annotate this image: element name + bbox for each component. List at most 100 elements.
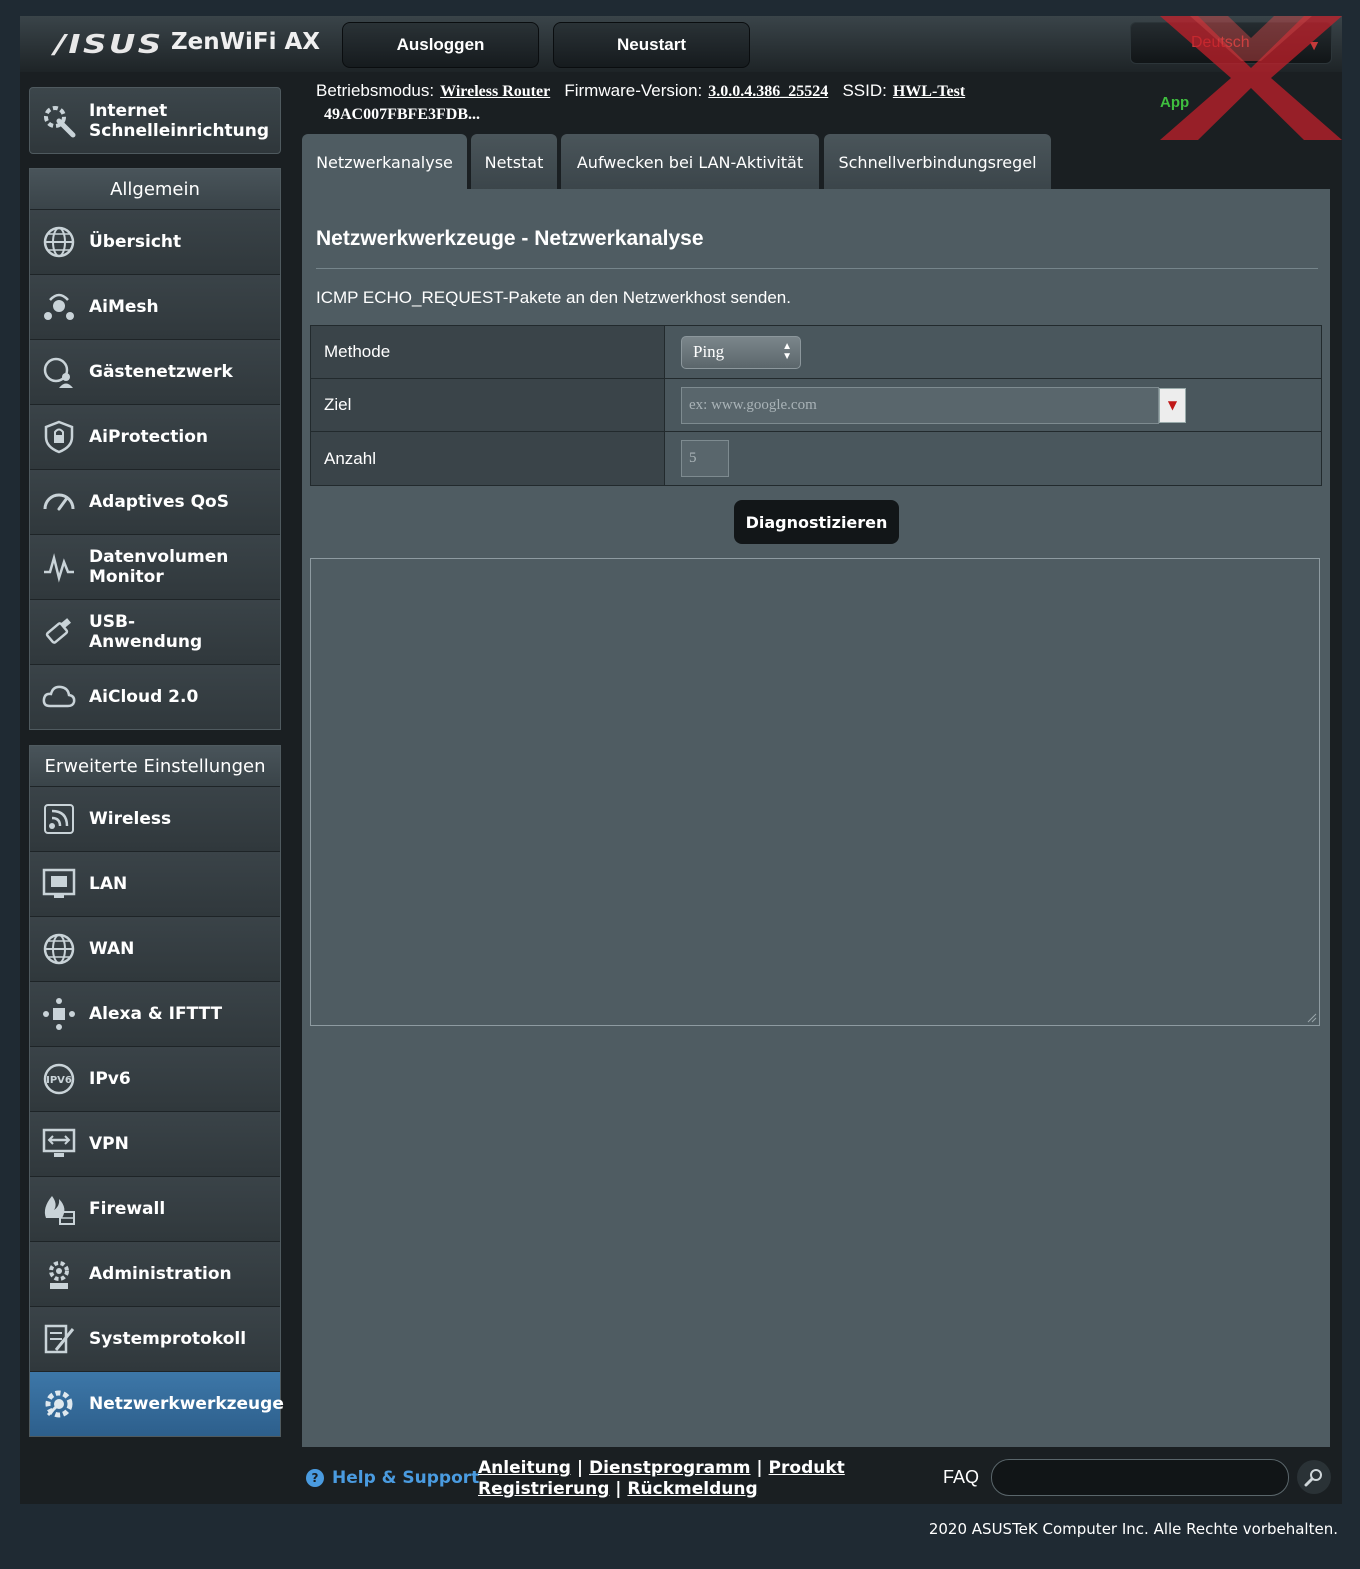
admin-gear-icon (39, 1254, 79, 1294)
sidebar-item-übersicht[interactable]: Übersicht (30, 209, 280, 274)
sidebar-item-netzwerkwerkzeuge[interactable]: Netzwerkwerkzeuge (30, 1371, 284, 1436)
system-log-icon (39, 1319, 79, 1359)
globe-network-icon (39, 222, 79, 262)
ssid-second-value: 49AC007FBFE3FDB... (324, 106, 480, 123)
shield-lock-icon (39, 417, 79, 457)
sidebar-item-label: Datenvolumen Monitor (89, 547, 229, 587)
link-manual[interactable]: Anleitung (478, 1458, 571, 1478)
sidebar-item-gästenetzwerk[interactable]: Gästenetzwerk (30, 339, 280, 404)
sidebar-item-wireless[interactable]: Wireless (30, 786, 280, 851)
search-button[interactable] (1297, 1460, 1331, 1494)
firmware-label: Firmware-Version: (564, 81, 703, 100)
aimesh-icon (39, 287, 79, 327)
firewall-icon (39, 1189, 79, 1229)
sidebar-item-systemprotokoll[interactable]: Systemprotokoll (30, 1306, 280, 1371)
tab-wake-on-lan[interactable]: Aufwecken bei LAN-Aktivität (561, 134, 819, 190)
quick-setup-label: Internet Schnelleinrichtung (89, 100, 270, 141)
target-dropdown-button[interactable]: ▼ (1159, 387, 1186, 423)
sidebar-advanced-section: Erweiterte Einstellungen Wireless LAN WAN A… (29, 745, 284, 1437)
sidebar-item-label: AiProtection (89, 427, 208, 447)
guest-network-icon (39, 352, 79, 392)
sidebar-item-label: USB-Anwendung (89, 612, 203, 652)
target-input[interactable]: ex: www.google.com (681, 386, 1159, 424)
count-input[interactable]: 5 (681, 440, 729, 477)
sidebar-item-aicloud-2-0[interactable]: AiCloud 2.0 (30, 664, 280, 729)
sidebar-item-usb-anwendung[interactable]: USB-Anwendung (30, 599, 280, 664)
sidebar-item-label: VPN (89, 1134, 129, 1154)
link-utility[interactable]: Dienstprogramm (589, 1458, 751, 1478)
target-label: Ziel (311, 379, 665, 431)
cloud-icon (39, 677, 79, 717)
sidebar-item-wan[interactable]: WAN (30, 916, 280, 981)
sidebar-item-label: Gästenetzwerk (89, 362, 233, 382)
help-support-link[interactable]: ? Help & Support (306, 1468, 479, 1488)
diagnose-button[interactable]: Diagnostizieren (734, 500, 899, 544)
sidebar-item-datenvolumen-monitor[interactable]: Datenvolumen Monitor (30, 534, 280, 599)
sidebar-item-vpn[interactable]: VPN (30, 1111, 280, 1176)
tab-netstat[interactable]: Netstat (471, 134, 557, 190)
method-select[interactable]: Ping ▲ ▼ (681, 335, 801, 369)
sidebar-item-label: LAN (89, 874, 128, 894)
status-line: Betriebsmodus: Wireless Router Firmware-V… (316, 78, 965, 105)
sidebar-advanced-title: Erweiterte Einstellungen (30, 746, 280, 786)
sidebar-item-label: Systemprotokoll (89, 1329, 247, 1349)
vpn-icon (39, 1124, 79, 1164)
method-label: Methode (311, 326, 665, 378)
svg-text:IPV6: IPV6 (46, 1075, 72, 1086)
sidebar-item-firewall[interactable]: Firewall (30, 1176, 280, 1241)
count-label: Anzahl (311, 432, 665, 485)
form-row-method: Methode Ping ▲ ▼ (311, 326, 1321, 379)
sidebar-item-quick-setup[interactable]: Internet Schnelleinrichtung (29, 87, 281, 154)
sidebar-item-label: Übersicht (89, 232, 182, 252)
tab-network-analysis[interactable]: Netzwerkanalyse (302, 134, 467, 190)
tab-smart-connect-rule[interactable]: Schnellverbindungsregel (824, 134, 1051, 190)
sidebar-item-lan[interactable]: LAN (30, 851, 280, 916)
app-status-label[interactable]: App (1160, 94, 1189, 111)
sidebar-item-aimesh[interactable]: AiMesh (30, 274, 280, 339)
resize-handle-icon[interactable] (1307, 1013, 1317, 1023)
mode-label: Betriebsmodus: (316, 81, 435, 100)
form-row-count: Anzahl 5 (311, 432, 1321, 485)
sidebar-item-label: Wireless (89, 809, 172, 829)
title-divider (316, 268, 1318, 269)
usb-icon (39, 612, 79, 652)
sidebar-item-adaptives-qos[interactable]: Adaptives QoS (30, 469, 280, 534)
logout-button[interactable]: Ausloggen (342, 22, 539, 68)
router-admin-frame: /ISUS ZenWiFi AX Ausloggen Neustart Deut… (20, 16, 1342, 1504)
sidebar-item-label: IPv6 (89, 1069, 131, 1089)
firmware-value-link[interactable]: 3.0.0.4.386_25524 (708, 83, 828, 100)
help-question-icon: ? (306, 1469, 324, 1487)
ssid-label: SSID: (842, 81, 887, 100)
link-product[interactable]: Produkt (769, 1458, 845, 1478)
mode-value-link[interactable]: Wireless Router (440, 83, 550, 100)
select-updown-icon: ▲ ▼ (782, 340, 792, 362)
caret-down-icon: ▼ (1167, 398, 1178, 412)
diagnostic-output-textarea[interactable] (310, 558, 1320, 1026)
reboot-button[interactable]: Neustart (553, 22, 750, 68)
watermark-logo (1160, 16, 1342, 140)
wireless-icon (39, 799, 79, 839)
link-registration[interactable]: Registrierung (478, 1479, 609, 1499)
sidebar-general-title: Allgemein (30, 169, 280, 209)
link-feedback[interactable]: Rückmeldung (627, 1479, 757, 1499)
copyright-text: 2020 ASUSTeK Computer Inc. Alle Rechte v… (928, 1520, 1338, 1538)
traffic-monitor-icon (39, 547, 79, 587)
sidebar-item-label: AiCloud 2.0 (89, 687, 199, 707)
wan-globe-icon (39, 929, 79, 969)
sidebar-item-alexa-ifttt[interactable]: Alexa & IFTTT (30, 981, 280, 1046)
sidebar-item-label: WAN (89, 939, 135, 959)
sidebar-item-ipv6[interactable]: IPV6 IPv6 (30, 1046, 280, 1111)
sidebar-general-section: Allgemein Übersicht AiMesh Gästenetzwerk Ai… (29, 168, 281, 730)
sidebar-item-label: Alexa & IFTTT (89, 1004, 223, 1024)
sidebar-item-label: Adaptives QoS (89, 492, 229, 512)
sidebar-item-aiprotection[interactable]: AiProtection (30, 404, 280, 469)
sidebar-item-label: Firewall (89, 1199, 166, 1219)
faq-search-input[interactable] (991, 1459, 1289, 1496)
sidebar-item-administration[interactable]: Administration (30, 1241, 280, 1306)
ssid-value-link[interactable]: HWL-Test (893, 83, 965, 100)
sidebar-item-label: Administration (89, 1264, 232, 1284)
footer-links: Anleitung | Dienstprogramm | Produkt Reg… (478, 1458, 845, 1499)
faq-label: FAQ (943, 1467, 980, 1487)
network-tools-icon (39, 1384, 79, 1424)
lan-icon (39, 864, 79, 904)
